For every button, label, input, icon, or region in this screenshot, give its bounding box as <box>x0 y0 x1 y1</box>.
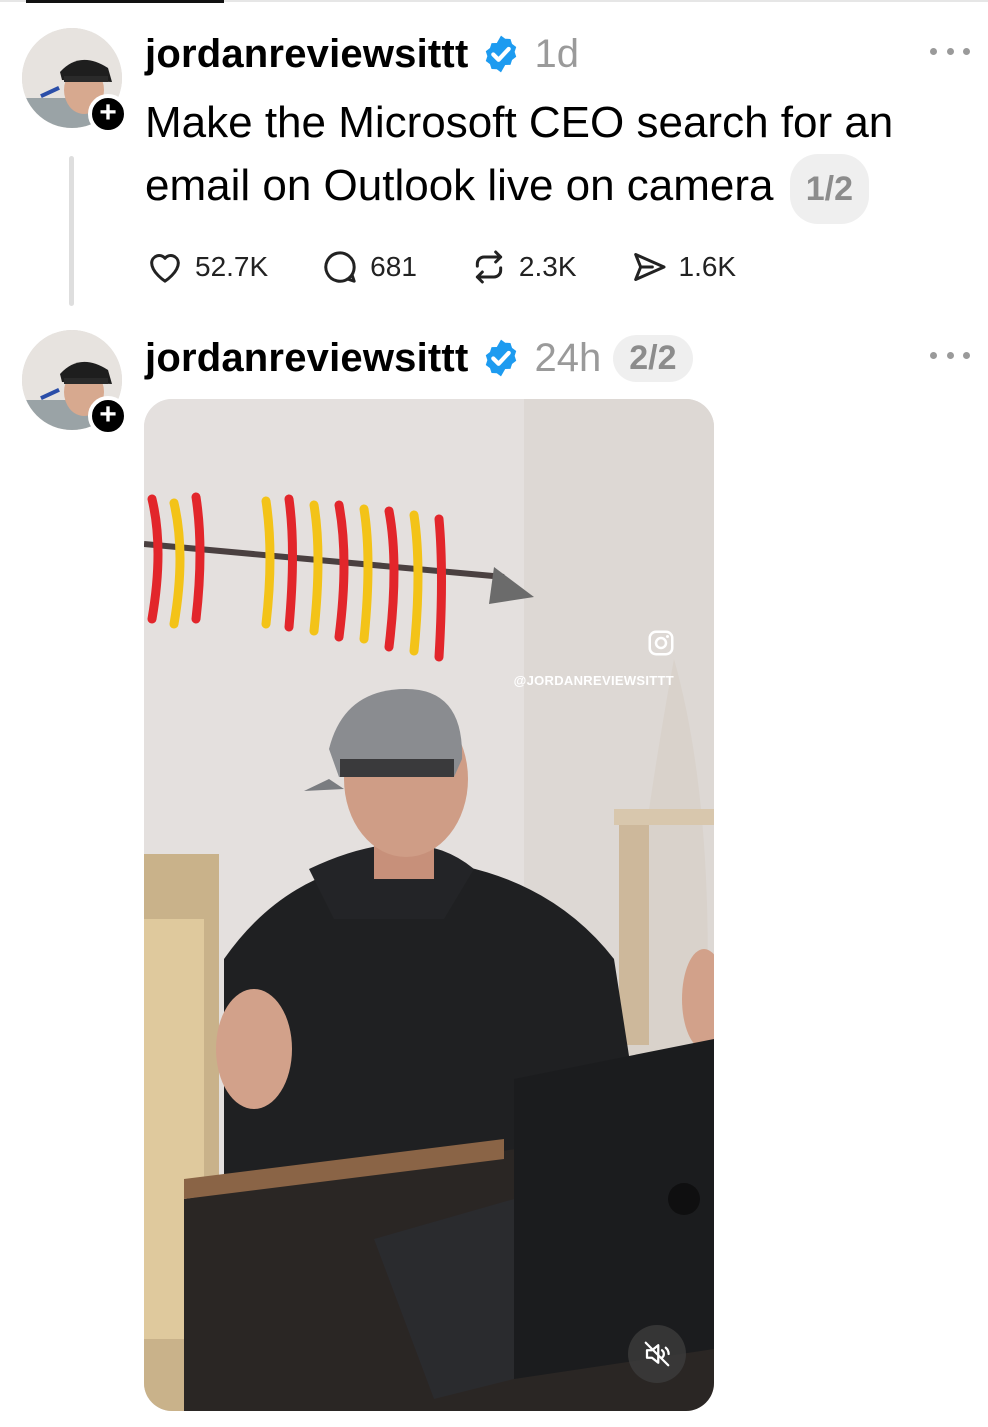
comment-count: 681 <box>370 251 417 282</box>
post-text-content: Make the Microsoft CEO search for an ema… <box>145 98 894 210</box>
verified-badge-icon <box>486 35 517 73</box>
post-header: jordanreviewsittt 24h 2/2 <box>145 330 693 386</box>
post-header: jordanreviewsittt 1d <box>145 26 579 82</box>
post-time: 1d <box>534 31 579 76</box>
repost-button[interactable]: 2.3K <box>469 247 577 287</box>
share-button[interactable]: 1.6K <box>629 247 737 287</box>
repost-icon <box>475 250 503 284</box>
share-count: 1.6K <box>678 251 737 282</box>
follow-plus-icon[interactable]: + <box>88 94 128 134</box>
more-icon[interactable] <box>930 352 970 364</box>
muted-speaker-icon <box>644 1341 670 1367</box>
tab-indicator <box>26 0 224 3</box>
more-icon[interactable] <box>930 48 970 60</box>
video-player[interactable]: @JORDANREVIEWSITTT <box>144 399 714 1411</box>
repost-count: 2.3K <box>518 251 577 282</box>
avatar-container[interactable]: + <box>22 330 128 436</box>
thread-connector-line <box>69 156 74 306</box>
comment-button[interactable]: 681 <box>320 247 417 287</box>
avatar-container[interactable]: + <box>22 28 128 134</box>
video-watermark: @JORDANREVIEWSITTT <box>513 673 674 688</box>
thread-index-chip: 2/2 <box>613 334 693 382</box>
post-time: 24h <box>534 335 602 380</box>
username[interactable]: jordanreviewsittt <box>145 336 468 381</box>
mute-toggle-button[interactable] <box>628 1325 686 1383</box>
username[interactable]: jordanreviewsittt <box>145 32 468 77</box>
heart-icon <box>150 254 180 283</box>
post-text: Make the Microsoft CEO search for an ema… <box>145 92 925 224</box>
share-icon <box>633 253 665 281</box>
thread-index-chip: 1/2 <box>789 154 870 224</box>
action-bar: 52.7K 681 2.3K 1.6K <box>145 244 788 290</box>
like-button[interactable]: 52.7K <box>145 247 268 287</box>
instagram-icon <box>648 630 674 656</box>
video-frame <box>144 399 714 1411</box>
comment-icon <box>324 251 356 283</box>
verified-badge-icon <box>486 339 517 377</box>
follow-plus-icon[interactable]: + <box>88 396 128 436</box>
like-count: 52.7K <box>195 251 269 282</box>
